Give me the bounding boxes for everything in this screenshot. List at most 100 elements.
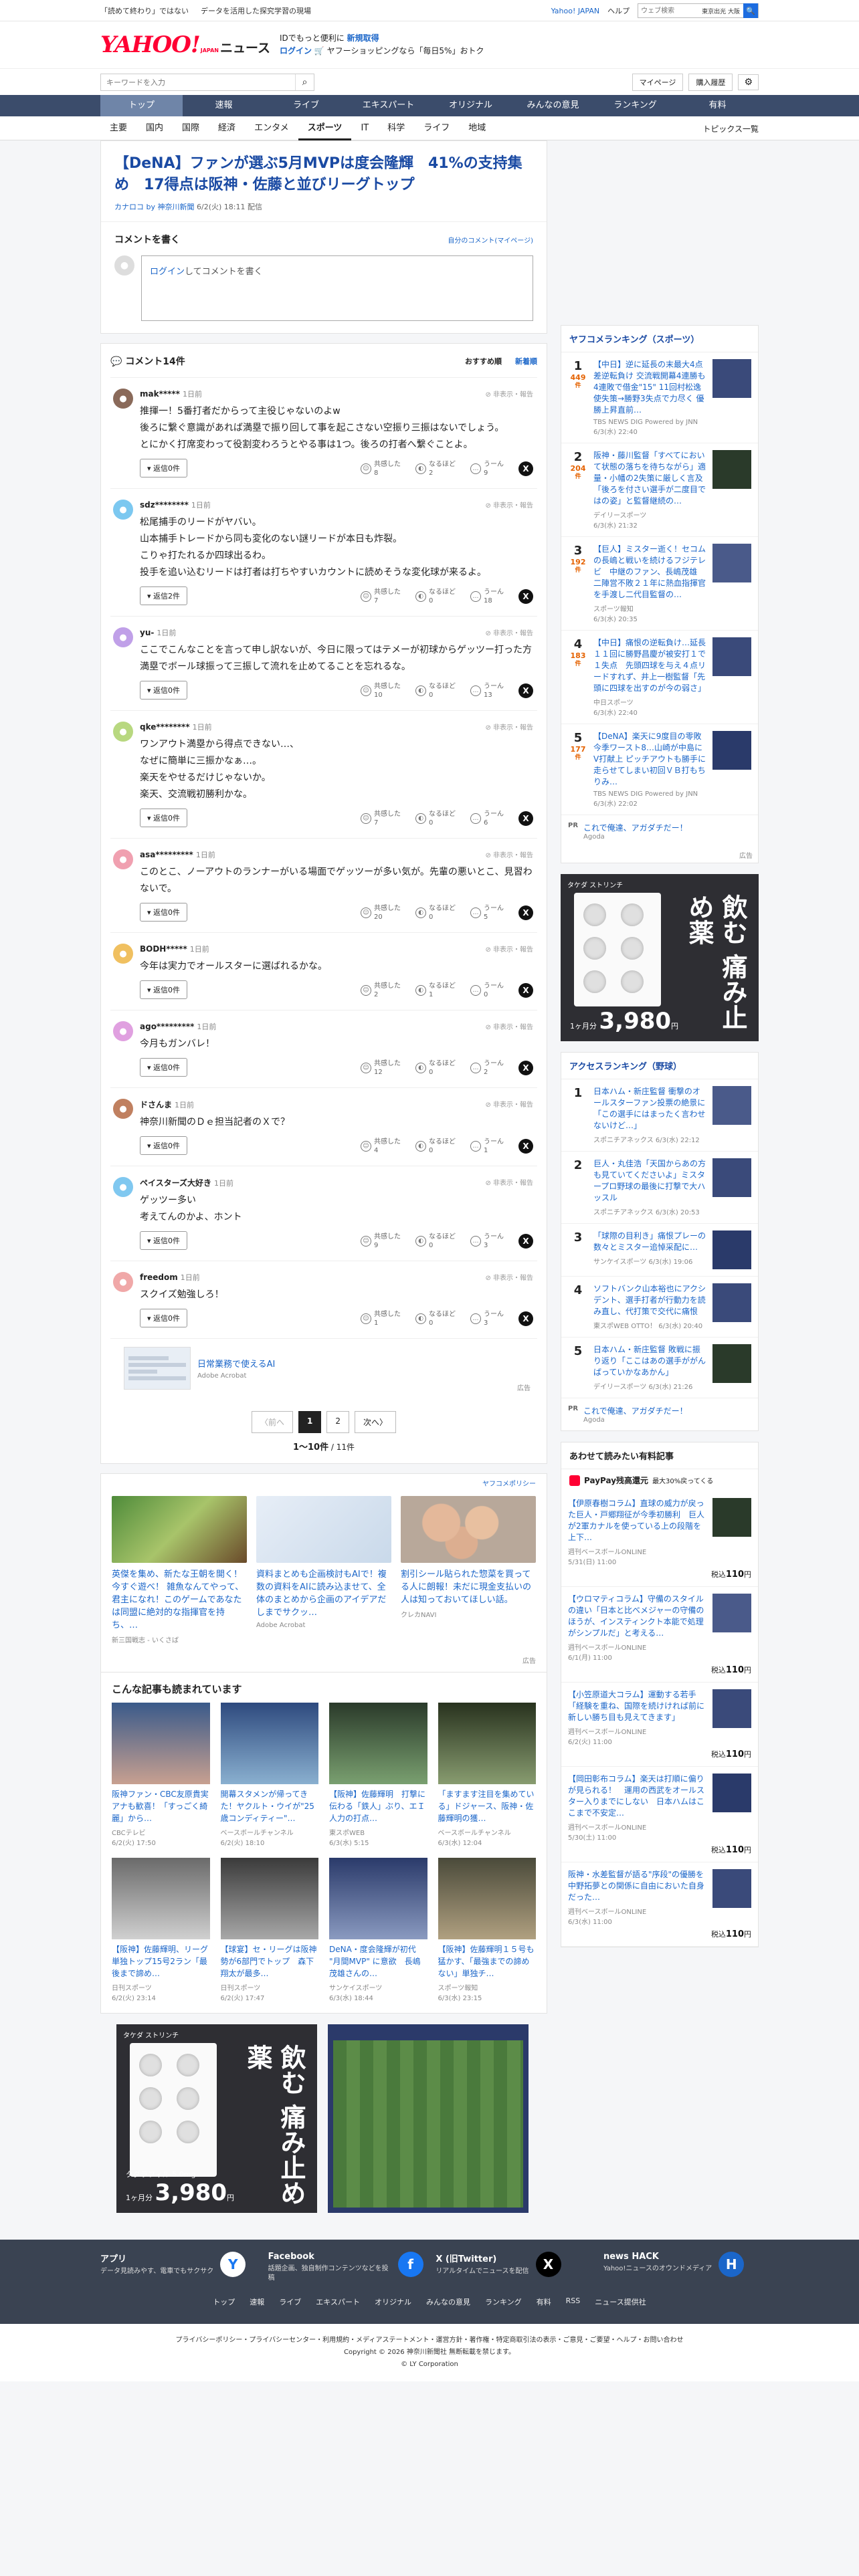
cat-economy[interactable]: 経済 bbox=[209, 116, 245, 140]
facebook-icon[interactable]: f bbox=[397, 2252, 423, 2277]
game-ad[interactable] bbox=[328, 2024, 529, 2213]
gnav-ranking[interactable]: ランキング bbox=[594, 95, 676, 116]
footer-link[interactable]: 有料 bbox=[537, 2296, 551, 2307]
yahoo-news-logo[interactable]: YAHOO! JAPAN ニュース bbox=[100, 31, 270, 58]
react-understood-button[interactable]: ◐ なるほど 0 bbox=[415, 904, 456, 922]
ranking-item[interactable]: 4 183 件【中日】痛恨の逆転負け…延長１１回に勝野昌慶が被安打１で１失点 先頭四… bbox=[561, 631, 758, 724]
gnav-top[interactable]: トップ bbox=[100, 95, 183, 116]
inline-ad-title[interactable]: 日常業務で使えるAI bbox=[197, 1357, 275, 1370]
reply-button[interactable]: ▾ 返信2件 bbox=[140, 586, 188, 605]
related-item[interactable]: 【球宴】セ・リーグは阪神勢が6部門でトップ 森下翔太が最多… 日刊スポーツ 6/2(… bbox=[220, 1858, 319, 2002]
paid-article-title[interactable]: 【伊原春樹コラム】直球の威力が戻った巨人・戸郷翔征が今季初勝利 巨人が2軍カナル… bbox=[568, 1498, 707, 1543]
article-source[interactable]: カナロコ by 神奈川新聞 bbox=[114, 203, 195, 211]
comment-user[interactable]: ago********* bbox=[140, 1022, 194, 1031]
paid-article-item[interactable]: 【ウロマティコラム】守備のスタイルの違い「日本と比べメジャーの守備のほうが、イン… bbox=[561, 1587, 758, 1683]
location-label[interactable]: 東京出光 大阪 bbox=[698, 7, 743, 15]
web-search-button[interactable]: 🔍 bbox=[743, 3, 758, 18]
report-link[interactable]: ⊘ 非表示・報告 bbox=[485, 500, 533, 510]
related-item[interactable]: 【阪神】佐藤輝明 打撃に伝わる「鉄人」ぶり、エＩ人力の打点… 東スポWEB 6/3(… bbox=[329, 1703, 427, 1847]
related-item-title[interactable]: 「ますます注目を集めている」ドジャース、阪神・佐藤輝明の獲… bbox=[438, 1788, 537, 1824]
x-share-icon[interactable]: X bbox=[518, 1311, 533, 1326]
paid-article-item[interactable]: 【岡田彰布コラム】楽天は打順に偏りが見られる！ 運用の西武をオールスター入りまで… bbox=[561, 1767, 758, 1862]
related-item-title[interactable]: 【阪神】佐藤輝明１５号も猛かす、「最強までの諦めない」単独チ… bbox=[438, 1943, 537, 1979]
footer-app-title[interactable]: news HACK bbox=[603, 2252, 712, 2262]
footer-link[interactable]: ニュース提供社 bbox=[595, 2296, 646, 2307]
gnav-live[interactable]: ライブ bbox=[265, 95, 347, 116]
access-ranking-item[interactable]: 4 ソフトバンク山本裕也にアクシデント、選手打者が行動力を読み直し、代打策で交代に… bbox=[561, 1277, 758, 1337]
cat-domestic[interactable]: 国内 bbox=[136, 116, 173, 140]
ad-item[interactable]: 資料まとめも企画検討もAIで！複数の資料をAIに読み込ませて、全体のまとめから企… bbox=[256, 1496, 391, 1644]
ranking-title[interactable]: ソフトバンク山本裕也にアクシデント、選手打者が行動力を読み直し、代打策で交代に痛… bbox=[593, 1283, 707, 1317]
comment-login-link[interactable]: ログイン bbox=[150, 267, 185, 277]
related-item-title[interactable]: 阪神ファン・CBC友原貴実アナも歓喜！「すっごく綺麗」から… bbox=[112, 1788, 210, 1824]
footer-app[interactable]: news HACK Yahoo!ニュースのオウンドメディア H bbox=[603, 2252, 759, 2283]
comment-policy-link[interactable]: ヤフコメポリシー bbox=[101, 1474, 547, 1492]
react-understood-button[interactable]: ◐ なるほど 1 bbox=[415, 982, 456, 999]
footer-app-title[interactable]: Facebook bbox=[268, 2252, 391, 2262]
report-link[interactable]: ⊘ 非表示・報告 bbox=[485, 849, 533, 860]
footer-link[interactable]: みんなの意見 bbox=[426, 2296, 470, 2307]
react-hmm-button[interactable]: … うーん 5 bbox=[470, 904, 504, 922]
topics-list-link[interactable]: トピックス一覧 bbox=[702, 123, 759, 134]
newshack-icon[interactable]: H bbox=[719, 2252, 745, 2277]
x-share-icon[interactable]: X bbox=[518, 589, 533, 604]
gnav-opinion[interactable]: みんなの意見 bbox=[512, 95, 594, 116]
reply-button[interactable]: ▾ 返信0件 bbox=[140, 1309, 188, 1327]
purchase-history-button[interactable]: 購入履歴 bbox=[688, 74, 733, 91]
access-ranking-item[interactable]: 1 日本ハム・新庄監督 衝撃のオールスターファン投票の絶景に「この選手にはまったく… bbox=[561, 1079, 758, 1152]
reply-button[interactable]: ▾ 返信0件 bbox=[140, 459, 188, 477]
footer-app[interactable]: X (旧Twitter) リアルタイムでニュースを配信 X bbox=[436, 2252, 591, 2283]
related-item[interactable]: 【阪神】佐藤輝明１５号も猛かす、「最強までの諦めない」単独チ… スポーツ報知 6/3… bbox=[438, 1858, 537, 2002]
react-hmm-button[interactable]: … うーん 9 bbox=[470, 460, 504, 477]
ranking-title[interactable]: 【DeNA】楽天に9度目の零敗 今季ワースト8…山崎が中島にV打献上 ピッチアウ… bbox=[593, 731, 709, 788]
cat-local[interactable]: 地域 bbox=[459, 116, 495, 140]
report-link[interactable]: ⊘ 非表示・報告 bbox=[485, 627, 533, 638]
article-title[interactable]: 【DeNA】ファンが選ぶ5月MVPは度会隆輝 41%の支持集め 17得点は阪神・… bbox=[114, 153, 533, 196]
related-item[interactable]: 阪神ファン・CBC友原貴実アナも歓喜！「すっごく綺麗」から… CBCテレビ 6/2(… bbox=[112, 1703, 210, 1847]
cat-main[interactable]: 主要 bbox=[100, 116, 136, 140]
paid-article-item[interactable]: 【小笠原道大コラム】運動する若手「経験を重ね、国際を続けければ前に新しい勝ち目も… bbox=[561, 1683, 758, 1767]
x-share-icon[interactable]: X bbox=[518, 461, 533, 476]
comment-user[interactable]: BODH***** bbox=[140, 944, 187, 954]
reply-button[interactable]: ▾ 返信0件 bbox=[140, 980, 188, 999]
ad-item-title[interactable]: 割引シール貼られた惣菜を買ってる人に朗報！未だに現金支払いの人は知っておいてほし… bbox=[401, 1568, 536, 1606]
paid-article-title[interactable]: 【岡田彰布コラム】楽天は打順に偏りが見られる！ 運用の西武をオールスター入りまで… bbox=[568, 1774, 707, 1819]
react-empathy-button[interactable]: ☺ 共感した 10 bbox=[361, 682, 401, 700]
footer-link[interactable]: ライブ bbox=[279, 2296, 301, 2307]
related-item-title[interactable]: 【球宴】セ・リーグは阪神勢が6部門でトップ 森下翔太が最多… bbox=[221, 1943, 319, 1979]
access-ranking-item[interactable]: 3 「球際の目利き」痛恨プレーの数々とミスター追悼采配に… サンケイスポーツ 6/3… bbox=[561, 1224, 758, 1277]
sidebar-medicine-ad[interactable]: タケダ ストリンチ 飲む 痛み止め薬 1ヶ月分 3,980円 bbox=[561, 874, 759, 1041]
cat-sports[interactable]: スポーツ bbox=[298, 116, 352, 140]
ranking-title[interactable]: 阪神・藤川監督「すべてにおいて状態の落ちを待ちながら」適量・小幡の2失策に厳しく… bbox=[593, 450, 707, 507]
gnav-paid[interactable]: 有料 bbox=[676, 95, 759, 116]
report-link[interactable]: ⊘ 非表示・報告 bbox=[485, 722, 533, 732]
page-1-button[interactable]: 1 bbox=[298, 1411, 322, 1433]
ranking-title[interactable]: 【中日】痛恨の逆転負け…延長１１回に勝野昌慶が被安打１で１失点 先頭四球を与え４… bbox=[593, 637, 707, 694]
mypage-button[interactable]: マイページ bbox=[632, 74, 684, 91]
react-understood-button[interactable]: ◐ なるほど 0 bbox=[415, 810, 456, 827]
ranking-title[interactable]: 【中日】逆に延長の末最大4点差逆転負け 交流戦開幕4連勝も4連敗で借金"15" … bbox=[593, 359, 707, 416]
reply-button[interactable]: ▾ 返信0件 bbox=[140, 1136, 188, 1155]
x-share-icon[interactable]: X bbox=[518, 1234, 533, 1249]
react-understood-button[interactable]: ◐ なるほど 2 bbox=[415, 460, 456, 477]
comment-user[interactable]: freedom bbox=[140, 1273, 178, 1282]
medicine-ad[interactable]: タケダ ストリンチ 飲む 痛み止め薬 タダラフィル 5.0mg 1ヶ月分 3,98… bbox=[116, 2024, 317, 2213]
related-item-title[interactable]: 【阪神】佐藤輝明、リーグ単独トップ15号2ラン「最後まで諦め… bbox=[112, 1943, 210, 1979]
react-understood-button[interactable]: ◐ なるほど 0 bbox=[415, 1310, 456, 1327]
react-understood-button[interactable]: ◐ なるほど 0 bbox=[415, 682, 456, 700]
reply-button[interactable]: ▾ 返信0件 bbox=[140, 903, 188, 922]
x-share-icon[interactable]: X bbox=[518, 811, 533, 826]
comment-user[interactable]: asa********* bbox=[140, 850, 193, 859]
react-empathy-button[interactable]: ☺ 共感した 20 bbox=[361, 904, 401, 922]
ranking-item[interactable]: 3 192 件【巨人】ミスター逝く！セコムの長嶋と戦いを続けるフジテレビ 中継のファ… bbox=[561, 537, 758, 631]
paid-article-title[interactable]: 【ウロマティコラム】守備のスタイルの違い「日本と比べメジャーの守備のほうが、イン… bbox=[568, 1594, 707, 1639]
x-icon[interactable]: X bbox=[535, 2252, 561, 2277]
react-empathy-button[interactable]: ☺ 共感した 12 bbox=[361, 1059, 401, 1077]
prev-page-button[interactable]: 〈前へ bbox=[251, 1411, 293, 1433]
ranking-title[interactable]: 日本ハム・新庄監督 衝撃のオールスターファン投票の絶景に「この選手にはまったく言… bbox=[593, 1086, 707, 1132]
register-link[interactable]: 新規取得 bbox=[347, 33, 379, 43]
gnav-original[interactable]: オリジナル bbox=[430, 95, 512, 116]
ranking-title[interactable]: 日本ハム・新庄監督 敗戦に振り返り「ここはあの選手ががんばっていかなあかん」 bbox=[593, 1344, 707, 1378]
reply-button[interactable]: ▾ 返信0件 bbox=[140, 681, 188, 700]
cat-life[interactable]: ライフ bbox=[414, 116, 459, 140]
